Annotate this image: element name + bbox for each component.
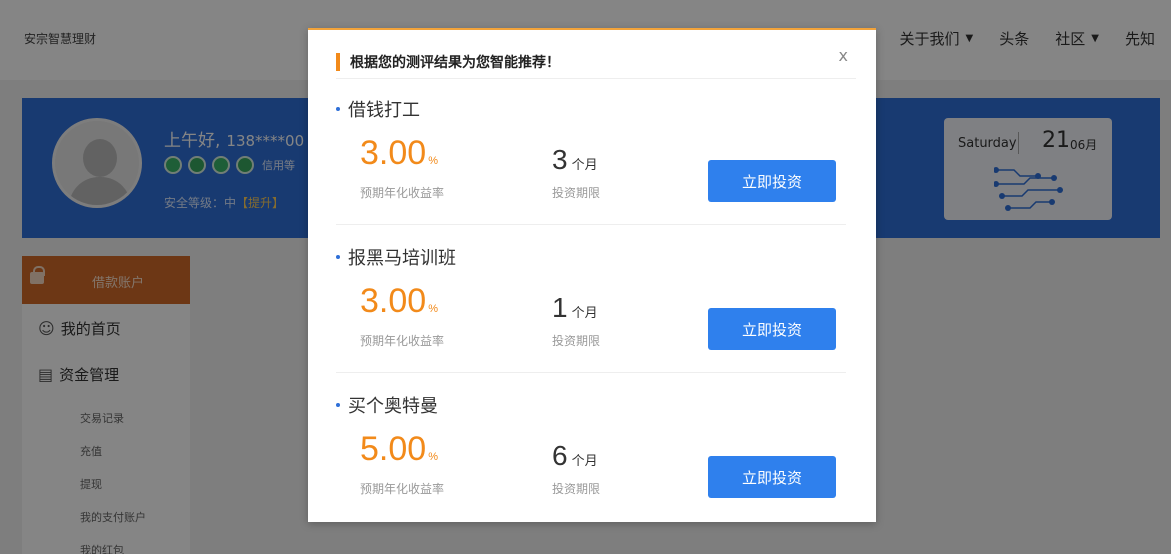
- modal-header: 根据您的测评结果为您智能推荐！: [336, 52, 560, 72]
- rate-unit: %: [428, 303, 438, 315]
- product-name-row: 报黑马培训班: [336, 244, 456, 270]
- header-divider: [336, 78, 856, 79]
- invest-now-button[interactable]: 立即投资: [708, 160, 836, 202]
- annual-rate: 3.00%: [360, 134, 438, 173]
- rate-value: 3.00: [360, 134, 427, 172]
- annual-rate: 3.00%: [360, 282, 438, 321]
- investment-term: 3 个月: [552, 144, 598, 176]
- card-divider: [336, 372, 846, 373]
- rate-value: 3.00: [360, 282, 427, 320]
- investment-term: 1 个月: [552, 292, 598, 324]
- investment-term: 6 个月: [552, 440, 598, 472]
- term-unit: 个月: [571, 453, 598, 468]
- card-divider: [336, 224, 846, 225]
- term-label: 投资期限: [552, 482, 601, 496]
- product-name: 借钱打工: [348, 100, 420, 121]
- annual-rate: 5.00%: [360, 430, 438, 469]
- term-label: 投资期限: [552, 334, 601, 348]
- invest-now-button[interactable]: 立即投资: [708, 308, 836, 350]
- title-accent-bar: [336, 53, 340, 71]
- recommendation-card: 买个奥特曼 5.00% 预期年化收益率 6 个月 投资期限 立即投资: [336, 392, 856, 540]
- term-label: 投资期限: [552, 186, 601, 200]
- product-name-row: 借钱打工: [336, 96, 420, 122]
- term-value: 1: [552, 292, 568, 323]
- term-unit: 个月: [571, 157, 598, 172]
- rate-unit: %: [428, 451, 438, 463]
- bullet-icon: [336, 403, 340, 407]
- bullet-icon: [336, 107, 340, 111]
- recommendation-modal: 根据您的测评结果为您智能推荐！ x 借钱打工 3.00% 预期年化收益率 3 个月…: [308, 28, 876, 522]
- rate-label: 预期年化收益率: [360, 186, 445, 200]
- product-name-row: 买个奥特曼: [336, 392, 438, 418]
- rate-value: 5.00: [360, 430, 427, 468]
- rate-unit: %: [428, 155, 438, 167]
- rate-label: 预期年化收益率: [360, 482, 445, 496]
- product-name: 买个奥特曼: [348, 396, 438, 417]
- modal-title: 根据您的测评结果为您智能推荐！: [350, 55, 560, 71]
- term-value: 6: [552, 440, 568, 471]
- close-icon[interactable]: x: [839, 46, 848, 65]
- product-name: 报黑马培训班: [348, 248, 456, 269]
- invest-now-button[interactable]: 立即投资: [708, 456, 836, 498]
- bullet-icon: [336, 255, 340, 259]
- term-value: 3: [552, 144, 568, 175]
- term-unit: 个月: [571, 305, 598, 320]
- rate-label: 预期年化收益率: [360, 334, 445, 348]
- recommendation-card: 报黑马培训班 3.00% 预期年化收益率 1 个月 投资期限 立即投资: [336, 244, 856, 392]
- recommendation-card: 借钱打工 3.00% 预期年化收益率 3 个月 投资期限 立即投资: [336, 96, 856, 244]
